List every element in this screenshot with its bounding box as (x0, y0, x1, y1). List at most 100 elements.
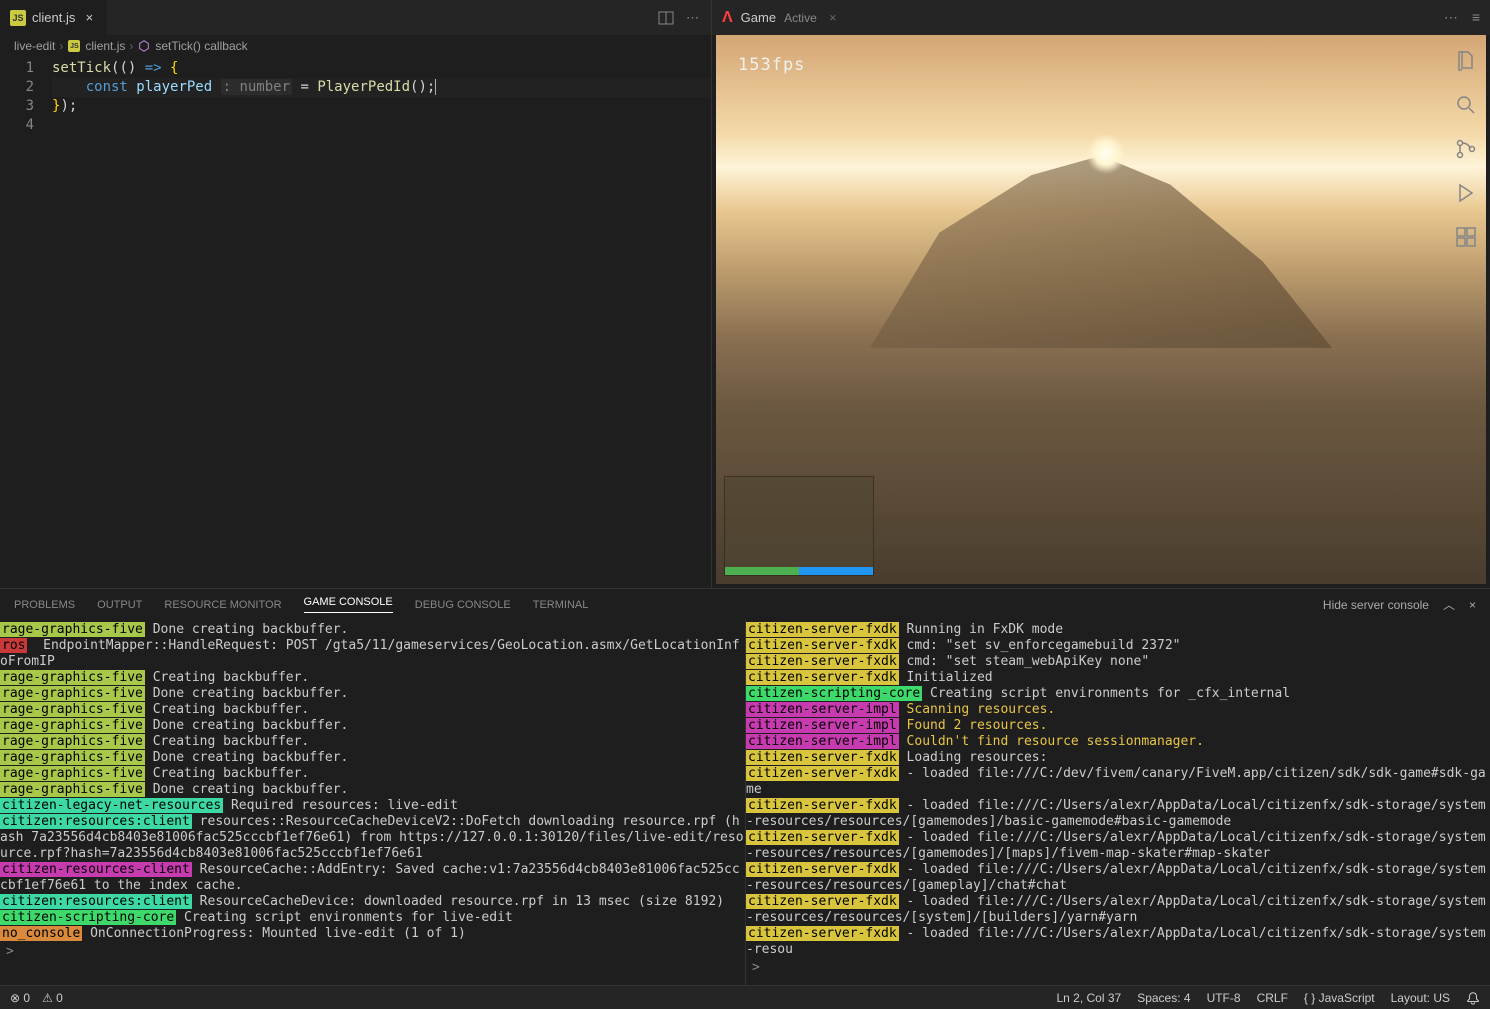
errors-count[interactable]: ⊗ 0 (10, 991, 30, 1005)
log-line: rage-graphics-five Done creating backbuf… (0, 622, 745, 638)
more-icon[interactable]: ⋯ (686, 10, 699, 26)
close-icon[interactable]: × (1469, 598, 1476, 612)
game-tab[interactable]: Λ Game Active × (722, 0, 841, 35)
search-icon[interactable] (1454, 93, 1478, 117)
panel-tab-output[interactable]: OUTPUT (97, 599, 142, 611)
extensions-icon[interactable] (1454, 225, 1478, 249)
bell-icon[interactable] (1466, 991, 1480, 1005)
log-message: cmd: "set steam_webApiKey none" (899, 654, 1149, 669)
log-line: citizen-scripting-core Creating script e… (0, 910, 745, 926)
code-line[interactable]: const playerPed : number = PlayerPedId()… (52, 78, 711, 97)
cursor-position[interactable]: Ln 2, Col 37 (1056, 991, 1121, 1005)
log-tag: citizen-legacy-net-resources (0, 798, 223, 813)
panel-tab-resource-monitor[interactable]: RESOURCE MONITOR (164, 599, 281, 611)
log-message: Creating backbuffer. (145, 734, 309, 749)
keyboard-layout[interactable]: Layout: US (1391, 991, 1450, 1005)
log-message: Creating script environments for live-ed… (176, 910, 513, 925)
panel-tab-terminal[interactable]: TERMINAL (533, 599, 589, 611)
log-line: citizen-server-impl Couldn't find resour… (746, 734, 1490, 750)
log-line: citizen:resources:client ResourceCacheDe… (0, 894, 745, 910)
log-line: citizen-server-fxdk - loaded file:///C:/… (746, 862, 1490, 894)
log-line: rage-graphics-five Done creating backbuf… (0, 750, 745, 766)
files-icon[interactable] (1454, 49, 1478, 73)
game-viewport[interactable]: 153fps (716, 35, 1486, 584)
more-icon[interactable]: ⋯ (1444, 9, 1458, 26)
breadcrumb-item[interactable]: setTick() callback (155, 39, 247, 53)
code-line[interactable]: setTick(() => { (52, 59, 711, 78)
log-message: Creating backbuffer. (145, 670, 309, 685)
log-tag: citizen-server-fxdk (746, 926, 899, 941)
log-tag: rage-graphics-five (0, 670, 145, 685)
console-prompt[interactable]: > (0, 942, 745, 962)
log-line: rage-graphics-five Done creating backbuf… (0, 782, 745, 798)
log-line: citizen-server-fxdk - loaded file:///C:/… (746, 766, 1490, 798)
eol[interactable]: CRLF (1257, 991, 1288, 1005)
run-debug-icon[interactable] (1454, 181, 1478, 205)
hide-server-console-link[interactable]: Hide server console (1323, 598, 1429, 612)
armor-bar (799, 567, 873, 575)
log-tag: citizen-server-fxdk (746, 750, 899, 765)
log-tag: citizen-server-fxdk (746, 830, 899, 845)
log-tag: rage-graphics-five (0, 750, 145, 765)
log-line: ros EndpointMapper::HandleRequest: POST … (0, 638, 745, 670)
tab-filename: client.js (32, 10, 75, 25)
log-message: Done creating backbuffer. (145, 718, 349, 733)
code-line[interactable]: }); (52, 97, 711, 116)
panel-tab-problems[interactable]: PROBLEMS (14, 599, 75, 611)
log-tag: rage-graphics-five (0, 766, 145, 781)
warnings-count[interactable]: ⚠ 0 (42, 991, 63, 1005)
log-message: Loading resources: (899, 750, 1048, 765)
log-tag: citizen-resources-client (0, 862, 192, 877)
log-message: Creating backbuffer. (145, 766, 309, 781)
game-tabs: Λ Game Active × ⋯ ≡ (712, 0, 1490, 35)
game-title: Game (741, 10, 776, 25)
client-console[interactable]: rage-graphics-five Done creating backbuf… (0, 620, 745, 985)
breadcrumb-item[interactable]: client.js (85, 39, 125, 53)
log-tag: citizen-server-fxdk (746, 654, 899, 669)
log-tag: rage-graphics-five (0, 718, 145, 733)
log-line: citizen-scripting-core Creating script e… (746, 686, 1490, 702)
menu-icon[interactable]: ≡ (1472, 9, 1480, 26)
log-message: Done creating backbuffer. (145, 686, 349, 701)
log-line: citizen-server-fxdk - loaded file:///C:/… (746, 830, 1490, 862)
log-message: Creating backbuffer. (145, 702, 309, 717)
language-mode[interactable]: { } JavaScript (1304, 991, 1375, 1005)
chevron-up-icon[interactable]: ︿ (1443, 596, 1455, 613)
log-line: citizen-server-fxdk - loaded file:///C:/… (746, 894, 1490, 926)
log-line: citizen-server-fxdk - loaded file:///C:/… (746, 798, 1490, 830)
log-message: ResourceCacheDevice: downloaded resource… (192, 894, 724, 909)
encoding[interactable]: UTF-8 (1207, 991, 1241, 1005)
log-line: rage-graphics-five Done creating backbuf… (0, 686, 745, 702)
fps-counter: 153fps (738, 55, 805, 75)
console-prompt[interactable]: > (746, 958, 1490, 978)
log-line: citizen-server-fxdk Running in FxDK mode (746, 622, 1490, 638)
breadcrumb-item[interactable]: live-edit (14, 39, 55, 53)
log-message: Couldn't find resource sessionmanager. (899, 734, 1204, 749)
log-line: rage-graphics-five Creating backbuffer. (0, 766, 745, 782)
close-icon[interactable]: × (825, 10, 841, 26)
log-tag: citizen-scripting-core (746, 686, 922, 701)
panel-tab-debug-console[interactable]: DEBUG CONSOLE (415, 599, 511, 611)
console-split: rage-graphics-five Done creating backbuf… (0, 620, 1490, 985)
log-message: Found 2 resources. (899, 718, 1048, 733)
code-editor[interactable]: 1234 setTick(() => { const playerPed : n… (0, 57, 711, 135)
log-message: EndpointMapper::HandleRequest: POST /gta… (0, 638, 740, 669)
log-message: Scanning resources. (899, 702, 1056, 717)
panel-tab-game-console[interactable]: GAME CONSOLE (304, 596, 393, 613)
editor-tab-client-js[interactable]: JS client.js × (0, 0, 107, 35)
close-icon[interactable]: × (81, 10, 97, 26)
indent-setting[interactable]: Spaces: 4 (1137, 991, 1190, 1005)
log-tag: rage-graphics-five (0, 622, 145, 637)
bottom-panel: PROBLEMS OUTPUT RESOURCE MONITOR GAME CONSO… (0, 588, 1490, 985)
source-control-icon[interactable] (1454, 137, 1478, 161)
log-line: rage-graphics-five Creating backbuffer. (0, 734, 745, 750)
breadcrumb[interactable]: live-edit › JS client.js › setTick() cal… (0, 35, 711, 57)
split-editor-icon[interactable] (658, 10, 674, 26)
server-console[interactable]: citizen-server-fxdk Running in FxDK mode… (745, 620, 1490, 985)
log-message: Required resources: live-edit (223, 798, 458, 813)
line-number: 4 (0, 116, 34, 135)
log-tag: citizen:resources:client (0, 814, 192, 829)
log-tag: rage-graphics-five (0, 702, 145, 717)
log-line: citizen-resources-client ResourceCache::… (0, 862, 745, 894)
panel-tabs: PROBLEMS OUTPUT RESOURCE MONITOR GAME CONSO… (0, 588, 1490, 620)
